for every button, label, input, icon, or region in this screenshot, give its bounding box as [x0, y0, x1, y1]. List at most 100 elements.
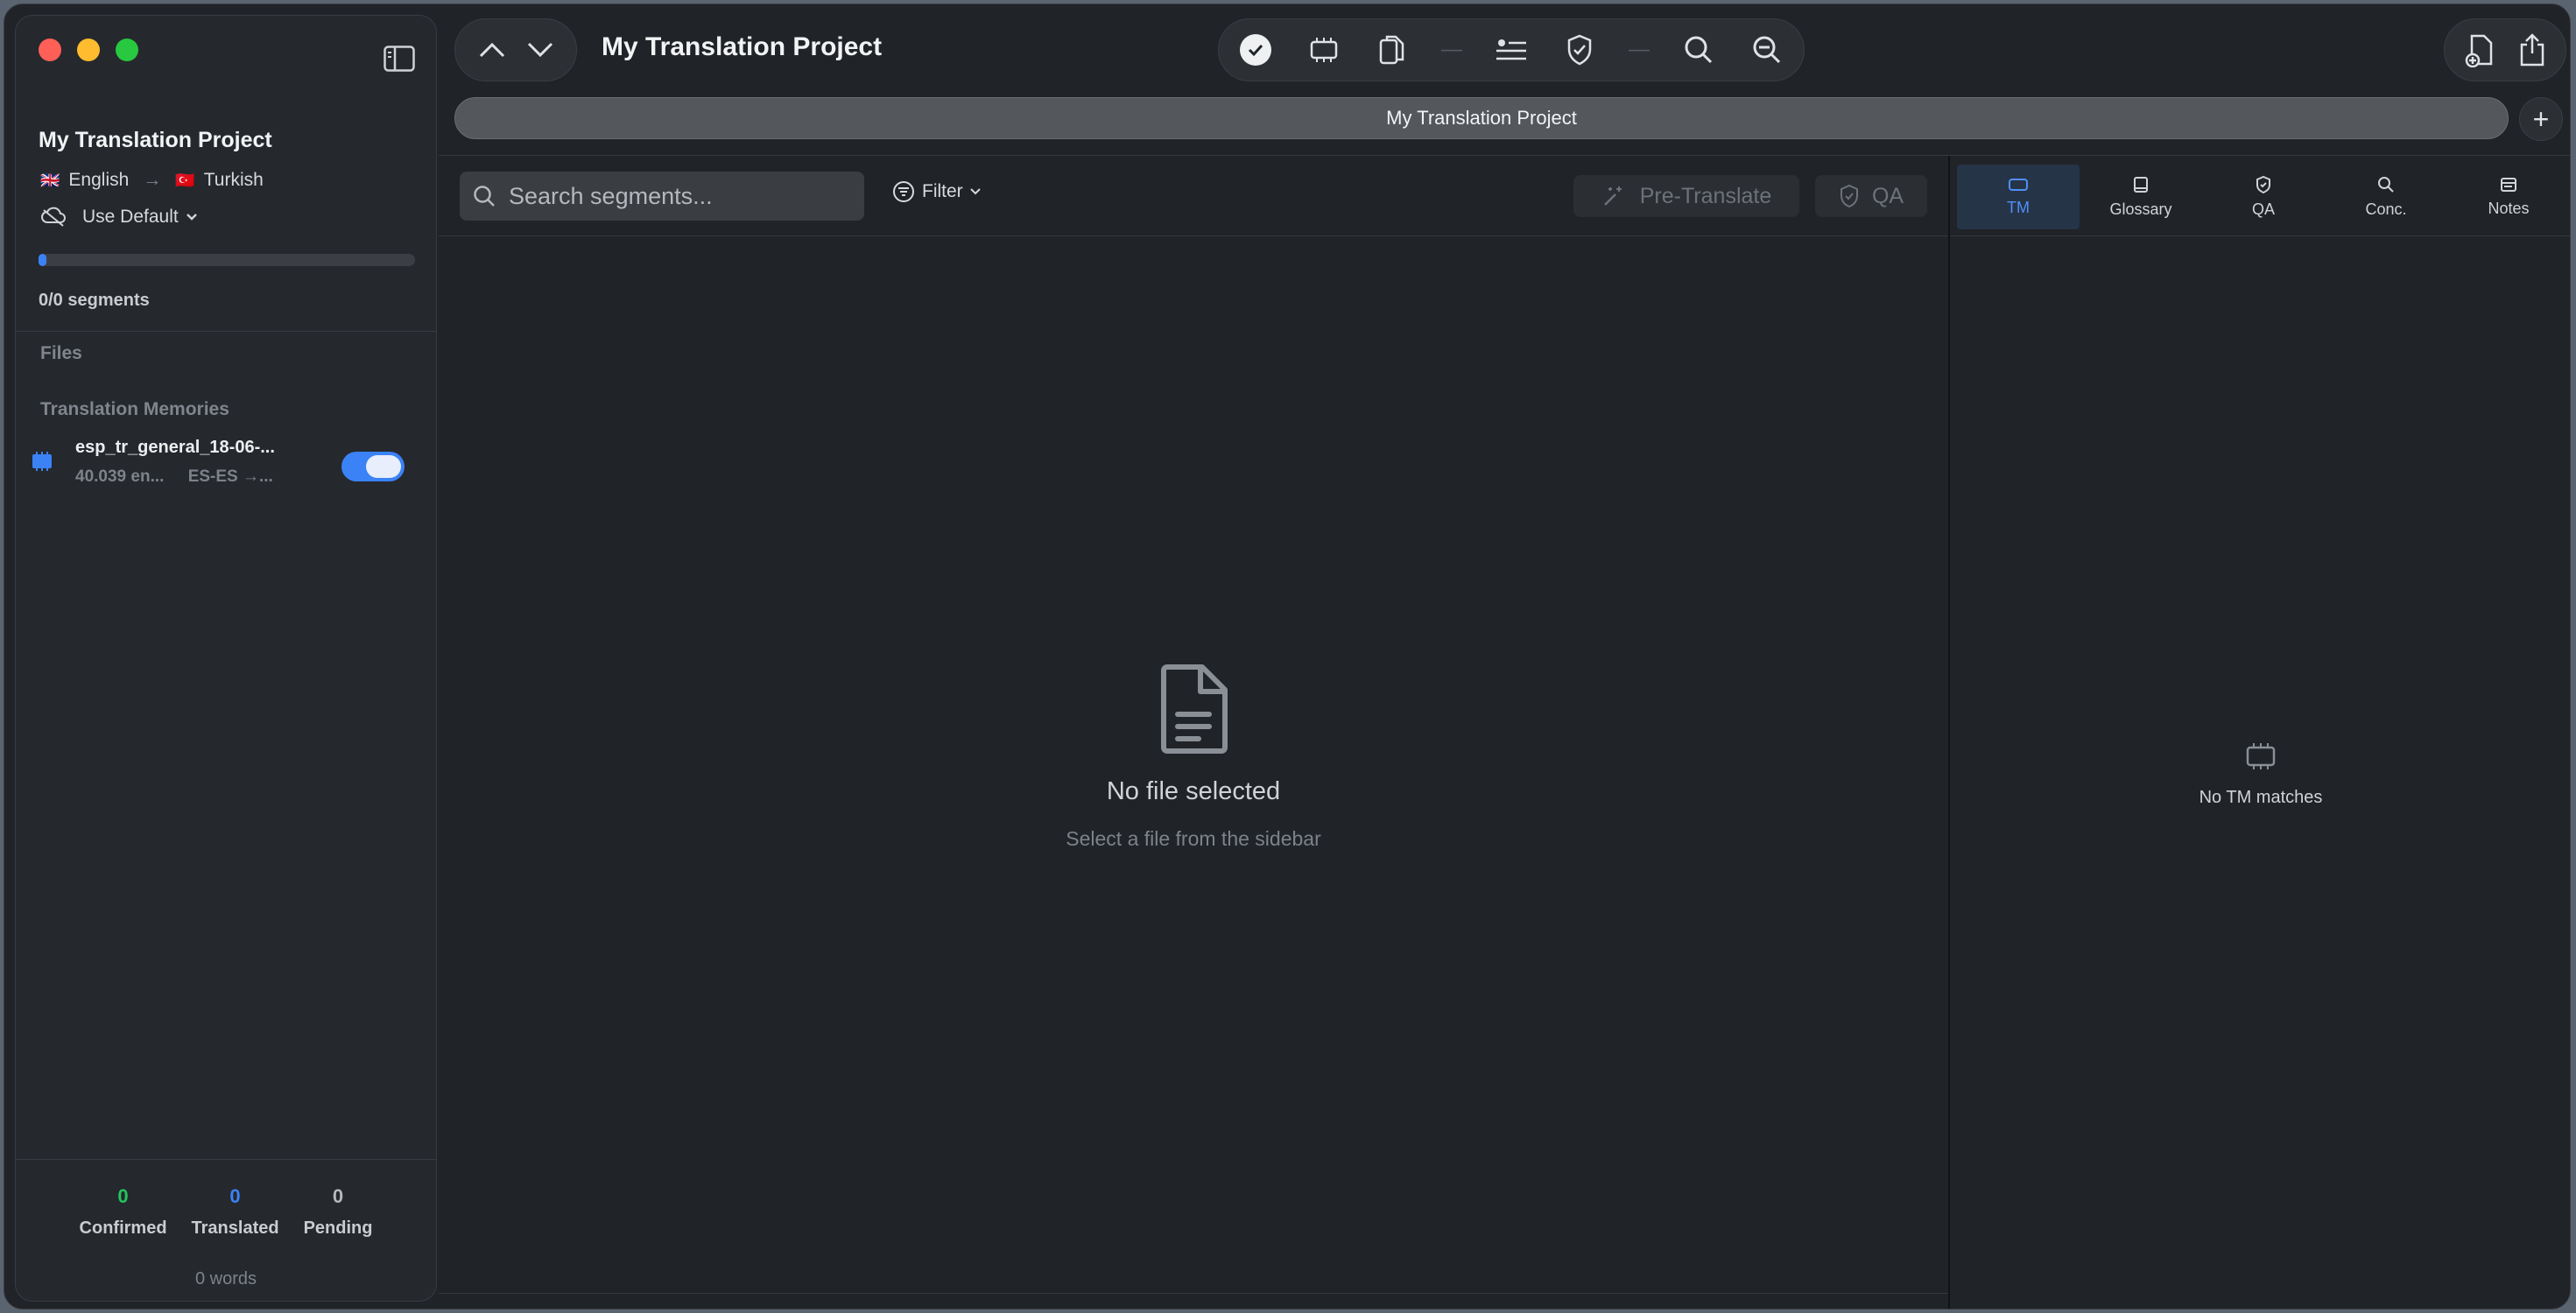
add-tab-button[interactable]: + — [2519, 97, 2563, 141]
files-header: Files — [40, 343, 82, 363]
copy-source-button[interactable] — [1373, 31, 1411, 69]
minimize-window-button[interactable] — [77, 39, 100, 61]
tab-qa[interactable]: QA — [2202, 165, 2325, 229]
empty-title: No file selected — [1106, 777, 1281, 805]
tab-label: QA — [2251, 200, 2275, 218]
share-icon[interactable] — [2518, 32, 2546, 67]
tm-list-item[interactable]: esp_tr_general_18-06-... 40.039 en... ES… — [16, 434, 405, 490]
confirmed-count: 0 — [117, 1185, 129, 1207]
qa-check-button[interactable] — [1560, 31, 1599, 69]
new-document-icon[interactable] — [2465, 32, 2496, 67]
translated-label: Translated — [191, 1218, 279, 1238]
filter-label: Filter — [922, 181, 963, 201]
empty-subtitle: Select a file from the sidebar — [1066, 827, 1321, 850]
segment-properties-button[interactable] — [1492, 31, 1531, 69]
toggle-knob — [366, 455, 401, 478]
tm-icon — [2009, 178, 2028, 191]
zoom-out-button[interactable] — [1748, 31, 1786, 69]
project-tab[interactable]: My Translation Project — [454, 97, 2509, 139]
search-field[interactable] — [460, 172, 864, 221]
search-button[interactable] — [1679, 31, 1718, 69]
notes-icon — [2501, 177, 2516, 192]
arrow-right-icon: → — [143, 170, 162, 190]
window-title: My Translation Project — [602, 32, 883, 61]
segment-properties-icon — [1496, 39, 1526, 60]
pending-label: Pending — [303, 1218, 373, 1238]
confirm-button[interactable] — [1236, 31, 1275, 69]
shield-check-icon — [1567, 34, 1592, 66]
sidebar: My Translation Project 🇬🇧 English → 🇹🇷 T… — [15, 15, 437, 1302]
tab-concordance[interactable]: Conc. — [2325, 165, 2447, 229]
chevron-down-icon — [186, 214, 197, 221]
chevron-down-icon — [969, 188, 981, 195]
engine-selector[interactable]: Use Default — [40, 207, 198, 228]
uk-flag-icon: 🇬🇧 — [40, 171, 60, 189]
target-language: Turkish — [203, 170, 264, 190]
chevron-up-icon[interactable] — [478, 41, 506, 59]
sidebar-divider — [16, 331, 436, 332]
tab-label: TM — [2007, 198, 2030, 216]
inspector-tabs: TM Glossary QA Conc. Notes — [1957, 165, 2570, 229]
turkey-flag-icon: 🇹🇷 — [175, 171, 195, 189]
memory-chip-icon — [2246, 743, 2276, 769]
engine-label: Use Default — [82, 207, 179, 227]
project-title: My Translation Project — [39, 128, 272, 152]
tab-label: Conc. — [2365, 200, 2407, 218]
source-language: English — [68, 170, 130, 190]
pre-translate-button[interactable]: Pre-Translate — [1573, 175, 1799, 217]
qa-button[interactable]: QA — [1815, 175, 1927, 217]
progress-bar-fill — [39, 254, 46, 266]
app-window: My Translation Project 🇬🇧 English → 🇹🇷 T… — [4, 4, 2571, 1309]
stat-confirmed: 0 Confirmed — [80, 1185, 167, 1239]
filter-icon — [893, 181, 914, 202]
tab-label: Notes — [2488, 199, 2530, 217]
filter-button[interactable]: Filter — [892, 180, 981, 203]
tm-languages: ES-ES →... — [187, 467, 273, 486]
stat-pending: 0 Pending — [304, 1185, 373, 1239]
chevron-down-icon[interactable] — [526, 41, 554, 59]
memory-chip-icon — [1310, 38, 1338, 62]
shield-check-icon — [1840, 184, 1858, 208]
search-icon — [2378, 176, 2394, 193]
editor-divider — [439, 235, 1948, 236]
translated-count: 0 — [229, 1185, 241, 1207]
stat-translated: 0 Translated — [192, 1185, 279, 1239]
sidebar-toggle-icon[interactable] — [384, 46, 415, 72]
toolbar-separator: — — [1629, 38, 1650, 61]
pre-translate-label: Pre-Translate — [1639, 183, 1772, 208]
toolbar-separator: — — [1441, 38, 1462, 61]
confirm-check-icon — [1240, 34, 1271, 66]
tab-glossary[interactable]: Glossary — [2080, 165, 2202, 229]
confirmed-label: Confirmed — [79, 1218, 167, 1238]
copy-source-icon — [1379, 35, 1404, 65]
tab-tm[interactable]: TM — [1957, 165, 2080, 229]
tm-empty-state: No TM matches — [1950, 742, 2570, 808]
zoom-out-icon — [1753, 36, 1781, 64]
search-icon — [1685, 36, 1713, 64]
language-pair: 🇬🇧 English → 🇹🇷 Turkish — [40, 170, 264, 191]
document-icon — [1161, 664, 1228, 754]
search-icon — [474, 186, 495, 207]
magic-wand-icon — [1603, 186, 1622, 206]
progress-bar — [39, 254, 415, 266]
tm-empty-label: No TM matches — [2199, 788, 2323, 807]
shield-check-icon — [2256, 175, 2270, 193]
inspector-panel: TM Glossary QA Conc. Notes No TM matches — [1948, 156, 2570, 1309]
footer-divider — [16, 1159, 436, 1160]
tm-entries: 40.039 en... — [75, 467, 165, 486]
close-window-button[interactable] — [39, 39, 61, 61]
tab-notes[interactable]: Notes — [2447, 165, 2570, 229]
tm-lookup-button[interactable] — [1305, 31, 1343, 69]
cloud-translate-icon — [41, 207, 66, 227]
inspector-divider — [1950, 235, 2570, 236]
pending-count: 0 — [332, 1185, 344, 1207]
book-icon — [2134, 176, 2148, 193]
search-input[interactable] — [509, 182, 859, 210]
memory-chip-icon — [32, 452, 52, 471]
zoom-window-button[interactable] — [116, 39, 138, 61]
word-count: 0 words — [194, 1269, 257, 1288]
tm-enabled-toggle[interactable] — [341, 452, 405, 481]
tm-meta: 40.039 en... ES-ES →... — [75, 467, 273, 487]
empty-state: No file selected Select a file from the … — [439, 664, 1948, 851]
editor-bottom-border — [439, 1293, 1948, 1294]
